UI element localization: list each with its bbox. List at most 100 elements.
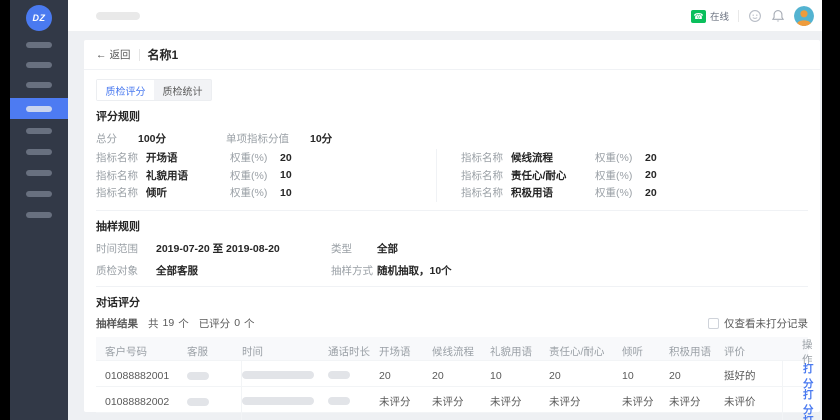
field-label: 质检对象 bbox=[96, 263, 156, 278]
indicator-name: 积极用语 bbox=[511, 185, 595, 200]
section-title: 对话评分 bbox=[84, 294, 820, 310]
customer-service-icon[interactable] bbox=[748, 9, 762, 23]
indicator-row: 指标名称 积极用语 权重(%) 20 bbox=[461, 184, 796, 202]
agent-placeholder bbox=[187, 372, 209, 380]
weight-value: 20 bbox=[645, 152, 657, 164]
count-unit: 个 bbox=[178, 316, 189, 331]
section-sampling-rules: 抽样规则 时间范围 2019-07-20 至 2019-08-20 类型 全部 … bbox=[84, 211, 820, 287]
back-label: 返回 bbox=[110, 47, 131, 62]
filter-label: 仅查看未打分记录 bbox=[724, 316, 808, 331]
duration-placeholder bbox=[328, 371, 350, 379]
single-score-label: 单项指标分值 bbox=[226, 131, 310, 146]
weight-label: 权重(%) bbox=[230, 185, 270, 200]
customer-number: 01088882001 bbox=[96, 370, 187, 382]
col-header: 积极用语 bbox=[669, 344, 724, 359]
count-unit: 个 bbox=[244, 316, 255, 331]
field-value: 随机抽取，10个 bbox=[377, 263, 452, 278]
checkbox[interactable] bbox=[708, 318, 719, 329]
col-header: 客户号码 bbox=[96, 344, 187, 359]
phone-status-icon: ☎ bbox=[691, 10, 706, 23]
sidebar-item-active[interactable] bbox=[10, 98, 68, 119]
indicator-label: 指标名称 bbox=[96, 150, 146, 165]
score-cell: 10 bbox=[622, 370, 669, 382]
col-header: 通话时长 bbox=[328, 344, 379, 359]
duration-placeholder bbox=[328, 397, 350, 405]
indicator-label: 指标名称 bbox=[96, 185, 146, 200]
sidebar-item[interactable] bbox=[26, 149, 52, 155]
sidebar-item[interactable] bbox=[26, 62, 52, 68]
indicator-row: 指标名称 候线流程 权重(%) 20 bbox=[461, 149, 796, 167]
sidebar-item[interactable] bbox=[26, 212, 52, 218]
score-cell: 未评分 bbox=[490, 394, 549, 409]
field-value: 全部客服 bbox=[156, 263, 331, 278]
weight-value: 10 bbox=[280, 169, 292, 181]
field-value: 全部 bbox=[377, 241, 398, 256]
app-logo[interactable]: DZ bbox=[26, 5, 52, 31]
weight-label: 权重(%) bbox=[595, 150, 635, 165]
indicator-row: 指标名称 倾听 权重(%) 10 bbox=[96, 184, 436, 202]
indicator-row: 指标名称 礼貌用语 权重(%) 10 bbox=[96, 167, 436, 185]
user-avatar[interactable] bbox=[794, 6, 814, 26]
time-placeholder bbox=[242, 397, 314, 405]
weight-value: 20 bbox=[645, 169, 657, 181]
score-cell: 未评分 bbox=[669, 394, 724, 409]
total-label: 总分 bbox=[96, 131, 138, 146]
filter-unscored-toggle[interactable]: 仅查看未打分记录 bbox=[708, 316, 808, 331]
sidebar-item[interactable] bbox=[26, 42, 52, 48]
sidebar-item[interactable] bbox=[26, 191, 52, 197]
time-placeholder bbox=[242, 371, 314, 379]
score-cell: 未评分 bbox=[432, 394, 490, 409]
scored-count: 0 bbox=[234, 317, 240, 329]
table-row: 01088882002 未评分 未评分 未评分 未评分 未评分 未评分 未评价 … bbox=[96, 386, 808, 412]
sidebar-item[interactable] bbox=[26, 128, 52, 134]
score-cell: 10 bbox=[490, 370, 549, 382]
indicator-row: 指标名称 责任心/耐心 权重(%) 20 bbox=[461, 167, 796, 185]
indicator-row: 指标名称 开场语 权重(%) 20 bbox=[96, 149, 436, 167]
online-status-label: 在线 bbox=[710, 9, 729, 23]
field-label: 类型 bbox=[331, 241, 377, 256]
sidebar: DZ bbox=[10, 0, 68, 420]
tab-quality-score[interactable]: 质检评分 bbox=[97, 80, 154, 100]
field-value: 2019-07-20 至 2019-08-20 bbox=[156, 241, 331, 256]
sampling-row: 质检对象 全部客服 抽样方式 随机抽取，10个 bbox=[96, 263, 808, 278]
indicator-name: 候线流程 bbox=[511, 150, 595, 165]
total-prefix: 共 bbox=[148, 316, 159, 331]
comment-cell: 挺好的 bbox=[724, 368, 782, 383]
weight-value: 20 bbox=[280, 152, 292, 164]
sidebar-item[interactable] bbox=[26, 82, 52, 88]
sidebar-item[interactable] bbox=[26, 170, 52, 176]
topbar-divider bbox=[738, 10, 739, 22]
header-divider bbox=[139, 49, 140, 61]
indicator-name: 倾听 bbox=[146, 185, 230, 200]
score-cell: 20 bbox=[379, 370, 432, 382]
indicator-grid: 指标名称 开场语 权重(%) 20 指标名称 礼貌用语 权重(%) 10 指标名… bbox=[96, 149, 808, 202]
score-table: 客户号码 客服 时间 通话时长 开场语 候线流程 礼貌用语 责任心/耐心 倾听 … bbox=[96, 337, 808, 420]
back-arrow-icon: ← bbox=[96, 49, 107, 61]
col-header: 开场语 bbox=[379, 344, 432, 359]
section-title: 评分规则 bbox=[96, 108, 808, 124]
indicator-col-left: 指标名称 开场语 权重(%) 20 指标名称 礼貌用语 权重(%) 10 指标名… bbox=[96, 149, 436, 202]
weight-label: 权重(%) bbox=[595, 185, 635, 200]
tab-quality-stats[interactable]: 质检统计 bbox=[154, 80, 211, 100]
col-header: 责任心/耐心 bbox=[549, 344, 622, 359]
indicator-label: 指标名称 bbox=[461, 168, 511, 183]
indicator-name: 责任心/耐心 bbox=[511, 168, 595, 183]
score-action-button[interactable]: 打分 bbox=[803, 413, 814, 420]
online-status-toggle[interactable]: ☎ 在线 bbox=[691, 9, 729, 23]
total-count: 19 bbox=[163, 317, 175, 329]
col-header: 时间 bbox=[242, 344, 328, 359]
section-title: 抽样规则 bbox=[96, 218, 808, 234]
score-cell: 20 bbox=[549, 370, 622, 382]
section-dialog-scoring: 对话评分 抽样结果 共 19 个 已评分 0 个 仅查看未打分记录 客户号码 客… bbox=[84, 287, 820, 420]
detail-card: ← 返回 名称1 质检评分 质检统计 评分规则 总分 100分 单项指标分值 1… bbox=[84, 40, 820, 412]
notification-bell-icon[interactable] bbox=[771, 9, 785, 23]
comment-cell: 未评价 bbox=[724, 394, 782, 409]
sidebar-item-label-placeholder bbox=[26, 106, 52, 112]
weight-label: 权重(%) bbox=[230, 150, 270, 165]
score-cell: 未评分 bbox=[549, 394, 622, 409]
page-title: 名称1 bbox=[148, 46, 179, 63]
back-button[interactable]: ← 返回 bbox=[96, 47, 131, 62]
score-cell: 未评分 bbox=[622, 394, 669, 409]
indicator-name: 礼貌用语 bbox=[146, 168, 230, 183]
weight-label: 权重(%) bbox=[230, 168, 270, 183]
